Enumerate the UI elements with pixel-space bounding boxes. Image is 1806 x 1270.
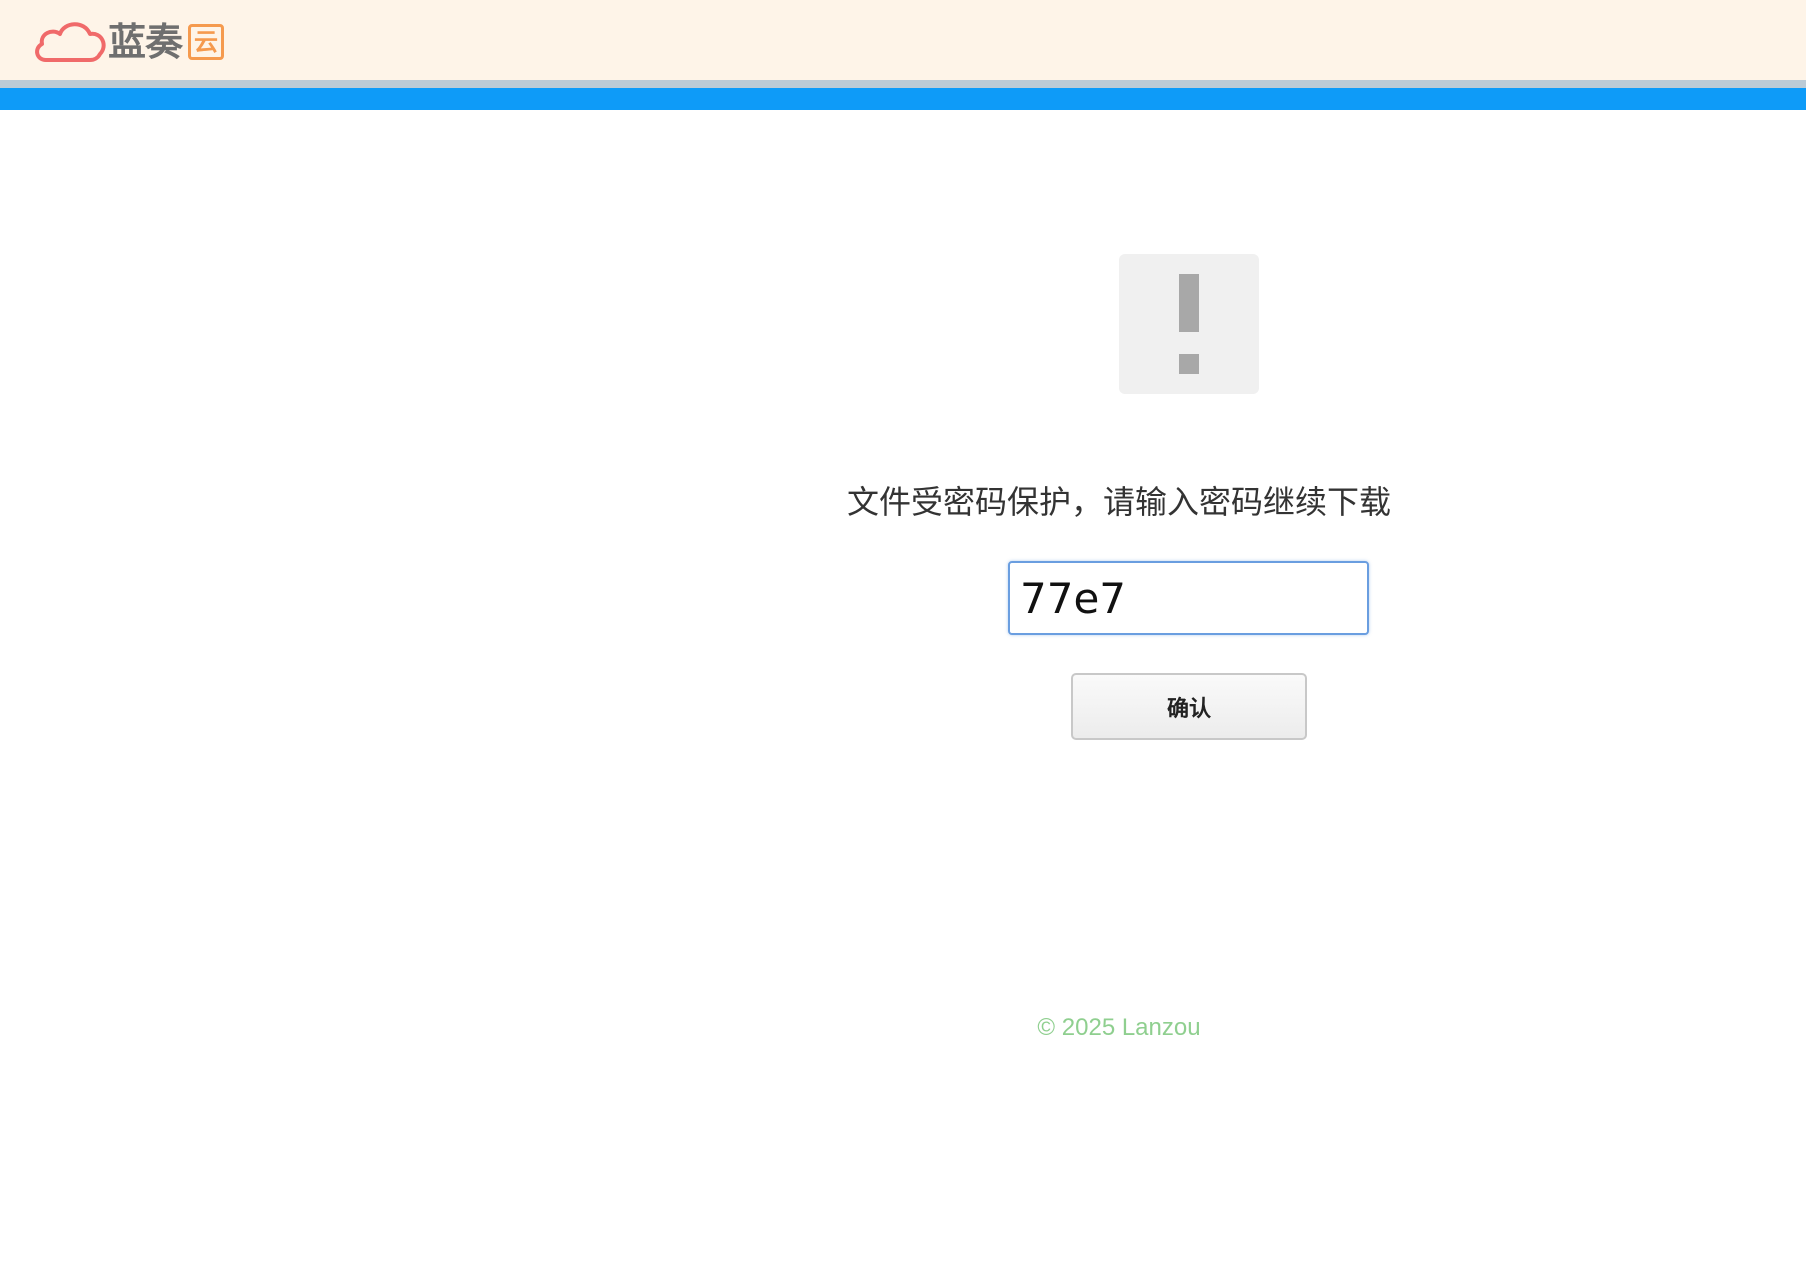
header-stripe xyxy=(0,88,1806,110)
footer-copyright: © 2025 Lanzou xyxy=(1037,1014,1201,1041)
exclamation-bar xyxy=(1179,274,1199,332)
confirm-button[interactable]: 确认 xyxy=(1071,673,1307,740)
logo-text: 蓝奏 xyxy=(108,20,183,64)
logo-badge: 云 xyxy=(188,24,225,60)
header-divider xyxy=(0,80,1806,88)
password-input[interactable] xyxy=(1008,561,1369,635)
site-logo[interactable]: 蓝奏 云 xyxy=(32,18,225,66)
password-prompt: 文件受密码保护，请输入密码继续下载 xyxy=(846,483,1391,521)
top-header xyxy=(0,0,1806,80)
exclamation-dot xyxy=(1179,354,1199,374)
exclamation-icon xyxy=(1119,254,1259,394)
cloud-icon xyxy=(35,22,106,62)
